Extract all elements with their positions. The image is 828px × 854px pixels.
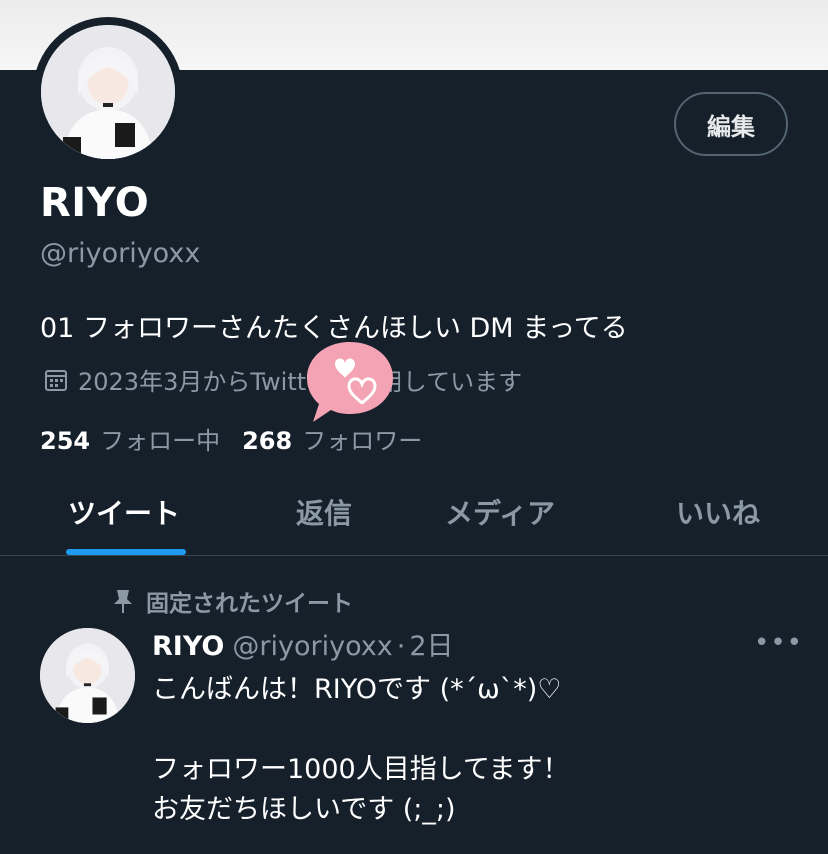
pinned-tweet-label: 固定されたツイート	[112, 584, 353, 618]
tweet-author-avatar[interactable]	[40, 628, 135, 723]
separator-dot: ·	[396, 631, 406, 662]
display-name: RIYO	[40, 180, 150, 226]
tab-tweets[interactable]: ツイート	[68, 492, 180, 532]
joined-date: 2023年3月からTwitterを利用しています	[44, 362, 522, 397]
active-tab-indicator	[66, 549, 186, 555]
tweet-header: RIYO @riyoriyoxx · 2日	[152, 624, 454, 663]
tab-media[interactable]: メディア	[445, 492, 555, 532]
joined-text: 2023年3月からTwitterを利用しています	[78, 368, 523, 396]
following-label[interactable]: フォロー中	[100, 421, 220, 456]
profile-avatar[interactable]	[41, 25, 175, 159]
followers-count[interactable]: 268	[242, 427, 292, 455]
tweet-author-name[interactable]: RIYO	[152, 631, 224, 662]
profile-tabs: ツイート 返信 メディア いいね	[0, 470, 828, 556]
follow-stats: 254 フォロー中 268 フォロワー	[40, 421, 444, 456]
pinned-text: 固定されたツイート	[146, 591, 353, 617]
tweet-author-handle[interactable]: @riyoriyoxx	[232, 631, 392, 662]
pin-icon	[114, 590, 132, 613]
tab-replies[interactable]: 返信	[296, 492, 352, 532]
tweet-text[interactable]: こんばんは！RIYOです (*´ω`*)♡ フォロワー1000人目指してます！ …	[152, 670, 570, 830]
tweet-age[interactable]: 2日	[409, 624, 453, 663]
heart-speech-bubble-sticker	[307, 342, 393, 422]
edit-profile-button[interactable]: 編集	[674, 92, 788, 156]
followers-label[interactable]: フォロワー	[302, 421, 422, 456]
more-icon[interactable]: •••	[754, 628, 803, 658]
calendar-icon	[45, 369, 67, 391]
following-count[interactable]: 254	[40, 427, 90, 455]
user-handle: @riyoriyoxx	[40, 238, 201, 269]
tab-likes[interactable]: いいね	[676, 492, 760, 532]
